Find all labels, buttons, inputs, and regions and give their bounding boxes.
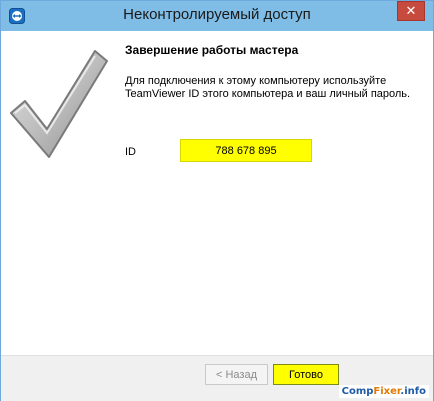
watermark-suffix: .info bbox=[400, 386, 426, 397]
wizard-window: Неконтролируемый доступ ✕ Завершение раб… bbox=[0, 0, 434, 401]
title-bar: Неконтролируемый доступ ✕ bbox=[1, 1, 433, 31]
finish-button[interactable]: Готово bbox=[273, 364, 339, 385]
watermark-prefix: Comp bbox=[341, 386, 374, 397]
id-label: ID bbox=[125, 146, 136, 158]
teamviewer-id-field: 788 678 895 bbox=[180, 139, 312, 162]
button-bar: < Назад Готово CompFixer.info bbox=[1, 355, 433, 401]
wizard-description: Для подключения к этому компьютеру испол… bbox=[125, 75, 411, 100]
watermark-accent: Fixer bbox=[373, 386, 401, 397]
site-watermark: CompFixer.info bbox=[338, 385, 429, 398]
back-button[interactable]: < Назад bbox=[205, 364, 268, 385]
wizard-heading: Завершение работы мастера bbox=[125, 43, 299, 57]
wizard-content: Завершение работы мастера Для подключени… bbox=[1, 31, 433, 355]
close-button[interactable]: ✕ bbox=[397, 1, 425, 21]
window-title: Неконтролируемый доступ bbox=[123, 6, 311, 23]
close-icon: ✕ bbox=[405, 3, 417, 18]
check-mark-icon bbox=[10, 50, 108, 158]
